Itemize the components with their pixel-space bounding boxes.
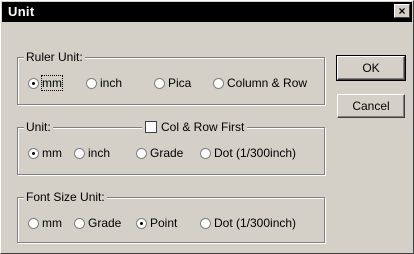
unit-radio-grade[interactable]: Grade xyxy=(136,146,183,160)
ruler-unit-legend: Ruler Unit: xyxy=(24,50,85,64)
radio-label: mm xyxy=(42,146,62,160)
radio-icon xyxy=(74,148,85,159)
checkbox-label: Col & Row First xyxy=(161,120,245,134)
font-size-unit-group: Font Size Unit: mm Grade Point Dot (1/30… xyxy=(17,190,325,243)
radio-icon xyxy=(154,78,165,89)
radio-label: Column & Row xyxy=(227,76,308,90)
radio-label: mm xyxy=(41,75,63,91)
radio-label: inch xyxy=(100,76,123,90)
unit-radio-inch[interactable]: inch xyxy=(74,146,110,160)
checkbox-icon xyxy=(145,121,157,133)
radio-icon xyxy=(213,78,224,89)
ruler-unit-radio-inch[interactable]: inch xyxy=(86,76,122,90)
radio-label: mm xyxy=(42,216,62,230)
unit-radio-mm[interactable]: mm xyxy=(28,146,62,160)
radio-label: Dot (1/300inch) xyxy=(214,216,297,230)
font-size-radio-dot[interactable]: Dot (1/300inch) xyxy=(200,216,296,230)
font-size-radio-grade[interactable]: Grade xyxy=(74,216,121,230)
font-size-unit-legend: Font Size Unit: xyxy=(24,190,107,204)
font-size-radio-mm[interactable]: mm xyxy=(28,216,62,230)
ok-button[interactable]: OK xyxy=(336,55,406,81)
radio-selected-icon xyxy=(28,78,39,89)
radio-label: inch xyxy=(88,146,111,160)
radio-label: Grade xyxy=(150,146,184,160)
radio-icon xyxy=(86,78,97,89)
font-size-radio-point[interactable]: Point xyxy=(136,216,177,230)
radio-icon xyxy=(74,218,85,229)
radio-label: Dot (1/300inch) xyxy=(214,146,297,160)
radio-icon xyxy=(136,148,147,159)
radio-icon xyxy=(200,218,211,229)
cancel-button[interactable]: Cancel xyxy=(337,94,405,118)
unit-group: Unit: Col & Row First mm inch Grade Dot … xyxy=(17,120,325,175)
radio-selected-icon xyxy=(136,218,147,229)
radio-label: Point xyxy=(150,216,178,230)
col-row-first-checkbox[interactable]: Col & Row First xyxy=(142,120,248,134)
radio-label: Pica xyxy=(168,76,192,90)
unit-radio-dot[interactable]: Dot (1/300inch) xyxy=(200,146,296,160)
ruler-unit-group: Ruler Unit: mm inch Pica Column & Row xyxy=(17,50,325,105)
radio-icon xyxy=(28,218,39,229)
ruler-unit-radio-pica[interactable]: Pica xyxy=(154,76,191,90)
close-button[interactable]: × xyxy=(394,4,410,18)
dialog-title: Unit xyxy=(8,4,35,19)
close-icon: × xyxy=(398,4,406,18)
ruler-unit-radio-mm[interactable]: mm xyxy=(28,75,63,91)
radio-selected-icon xyxy=(28,148,39,159)
radio-icon xyxy=(200,148,211,159)
unit-dialog: Unit × Ruler Unit: mm inch Pica Column &… xyxy=(0,0,414,254)
radio-label: Grade xyxy=(88,216,122,230)
title-bar: Unit × xyxy=(2,2,412,22)
unit-legend: Unit: xyxy=(24,120,53,134)
ruler-unit-radio-column-row[interactable]: Column & Row xyxy=(213,76,307,90)
